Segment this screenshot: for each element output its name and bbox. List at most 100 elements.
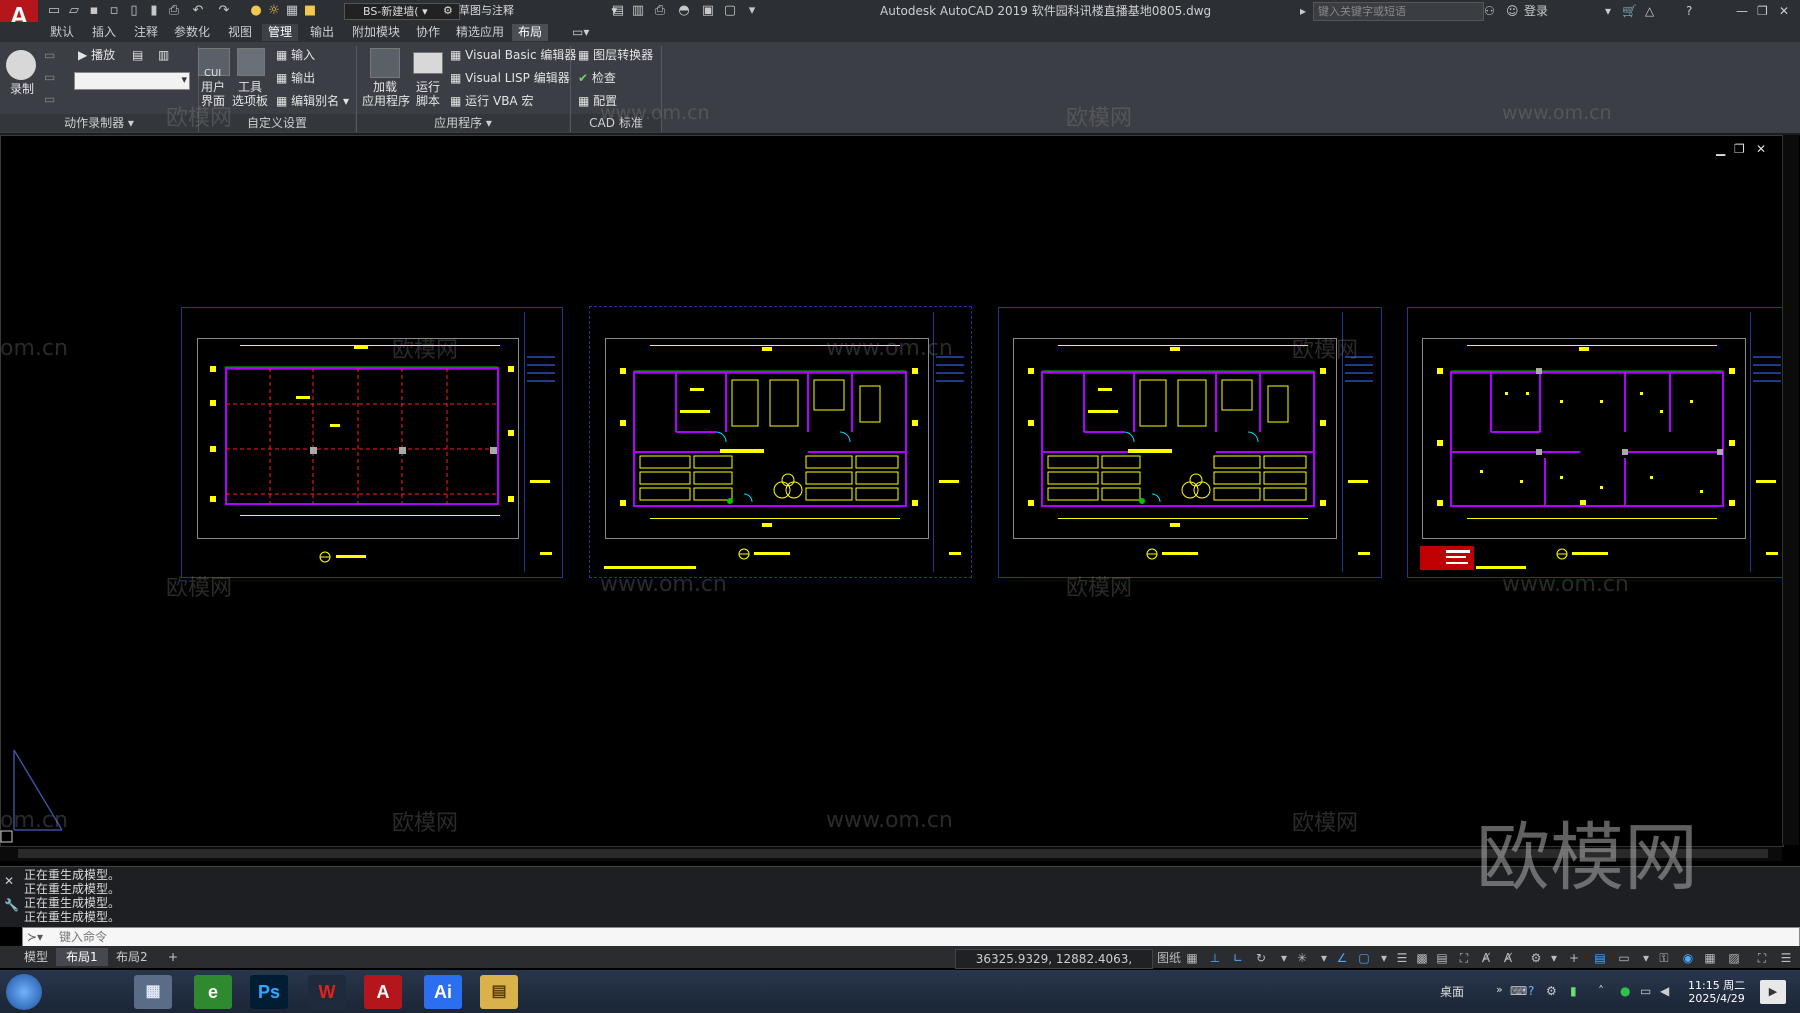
help-icon[interactable]: ? — [1686, 3, 1692, 19]
tab-layout1[interactable]: 布局1 — [56, 948, 108, 966]
tab-collaborate[interactable]: 协作 — [410, 24, 446, 41]
coordinate-readout[interactable]: 36325.9329, 12882.4063, 0.0000 — [955, 949, 1153, 984]
battery-icon[interactable]: ▮ — [1570, 984, 1577, 998]
show-hidden-icons[interactable]: ˄ — [1598, 984, 1604, 998]
tool-palettes-icon[interactable] — [237, 48, 265, 76]
close-command-icon[interactable]: ✕ — [4, 874, 14, 888]
notification-icon[interactable]: ▶ — [1760, 980, 1786, 1004]
wechat-icon[interactable]: ● — [1620, 984, 1630, 998]
undo-icon[interactable]: ↶ — [190, 3, 206, 19]
annotation-visibility-icon[interactable]: Ⱥ — [1478, 950, 1494, 966]
preference-icon[interactable]: ▤ — [132, 48, 143, 63]
chevron-down-icon[interactable]: ▾ — [1276, 950, 1292, 966]
manage-macros-icon[interactable]: ▥ — [158, 48, 169, 63]
chevron-down-icon[interactable]: ▾ — [1638, 950, 1654, 966]
lock-icon[interactable]: ■ — [302, 3, 318, 19]
search-input[interactable]: 键入关键字或短语 — [1313, 2, 1484, 21]
open-file-icon[interactable]: ▱ — [66, 3, 82, 19]
polar-icon[interactable]: ↻ — [1253, 950, 1269, 966]
paper-space-toggle[interactable]: 图纸 — [1157, 950, 1181, 966]
command-input[interactable]: ≻▾ 键入命令 — [22, 927, 1800, 947]
check-button[interactable]: ✔ 检查 — [578, 71, 616, 86]
save-icon[interactable]: ▪ — [86, 3, 102, 19]
login-link[interactable]: 登录 — [1524, 3, 1548, 19]
annotation-scale-icon[interactable]: ⛶ — [1456, 950, 1472, 966]
isodraft-icon[interactable]: ✳ — [1294, 950, 1310, 966]
record-button[interactable] — [6, 50, 36, 80]
keyboard-icon[interactable]: ⌨ — [1510, 984, 1527, 998]
panel-title-applications[interactable]: 应用程序 ▾ — [357, 114, 569, 132]
insert-message-icon[interactable]: ▭ — [44, 48, 55, 63]
isolate-objects-icon[interactable]: ◉ — [1680, 950, 1696, 966]
auto-scale-icon[interactable]: Ⱥ — [1500, 950, 1516, 966]
tab-featured-apps[interactable]: 精选应用 — [450, 24, 510, 41]
tab-model[interactable]: 模型 — [14, 948, 58, 966]
expand-toolbar-icon[interactable]: » — [1496, 983, 1503, 996]
taskbar-clock[interactable]: 11:15 周二 2025/4/29 — [1688, 979, 1745, 1005]
macro-select[interactable]: ▾ — [74, 72, 190, 90]
insert-base-point-icon[interactable]: ▭ — [44, 92, 55, 107]
user-icon[interactable]: ☺ — [1506, 3, 1519, 19]
wps-icon[interactable]: W — [308, 975, 346, 1009]
run-script-icon[interactable] — [413, 52, 443, 74]
chevron-down-icon[interactable]: ▾ — [1546, 950, 1562, 966]
annotation-monitor-icon[interactable]: + — [1566, 950, 1582, 966]
snap-icon[interactable]: ⊥ — [1207, 950, 1223, 966]
tray-settings-icon[interactable]: ⚙ — [1546, 984, 1557, 998]
wrench-icon[interactable]: 🔧 — [4, 898, 19, 912]
help-tray-icon[interactable]: ? — [1528, 984, 1534, 998]
lock-ui-icon[interactable]: ⚿ — [1656, 950, 1672, 966]
sun-icon[interactable]: ☼ — [266, 3, 282, 19]
ai-app-icon[interactable]: Ai — [424, 975, 462, 1009]
hardware-acceleration-icon[interactable]: ▦ — [1702, 950, 1718, 966]
plot-preview-icon[interactable]: ▯ — [126, 3, 142, 19]
chevron-down-icon[interactable]: ▾ — [1605, 3, 1611, 19]
load-application-icon[interactable] — [370, 48, 400, 78]
start-button[interactable] — [6, 974, 42, 1010]
new-file-icon[interactable]: ▭ — [46, 3, 62, 19]
tab-view[interactable]: 视图 — [222, 24, 258, 41]
autocad-taskbar-icon[interactable]: A — [364, 975, 402, 1009]
sheet-set-icon[interactable]: ▢ — [722, 3, 738, 19]
tab-layout[interactable]: 布局 — [512, 24, 549, 41]
cart-icon[interactable]: 🛒 — [1622, 3, 1637, 19]
lisp-editor-button[interactable]: ▦ Visual LISP 编辑器 — [450, 71, 570, 86]
chevron-down-icon[interactable]: ▾ — [1376, 950, 1392, 966]
volume-icon[interactable]: ◀ — [1660, 984, 1669, 998]
tab-parametric[interactable]: 参数化 — [168, 24, 216, 41]
3d-print-icon[interactable]: ◓ — [676, 3, 692, 19]
batch-plot-icon[interactable]: ▥ — [630, 3, 646, 19]
vertical-scrollbar[interactable] — [1782, 135, 1799, 845]
tab-output[interactable]: 输出 — [304, 24, 340, 41]
calculator-icon[interactable]: ▦ — [134, 975, 172, 1009]
play-button[interactable]: ▶ 播放 — [78, 48, 115, 63]
edit-aliases-button[interactable]: ▦ 编辑别名 ▾ — [276, 94, 349, 109]
customization-menu-icon[interactable]: ☰ — [1778, 950, 1794, 966]
object-snap-icon[interactable]: ▢ — [1356, 950, 1372, 966]
export-button[interactable]: ▦ 输出 — [276, 71, 315, 86]
tab-addins[interactable]: 附加模块 — [346, 24, 406, 41]
network-icon[interactable]: ▭ — [1640, 984, 1651, 998]
freeze-icon[interactable]: ▦ — [284, 3, 300, 19]
object-snap-tracking-icon[interactable]: ∠ — [1334, 950, 1350, 966]
minimize-icon[interactable]: — — [1736, 3, 1748, 19]
publish-icon[interactable]: ▮ — [146, 3, 162, 19]
lineweight-icon[interactable]: ☰ — [1394, 950, 1410, 966]
request-input-icon[interactable]: ▭ — [44, 70, 55, 85]
tab-manage[interactable]: 管理 — [262, 24, 299, 41]
bulb-icon[interactable]: ● — [248, 3, 264, 19]
vb-editor-button[interactable]: ▦ Visual Basic 编辑器 — [450, 48, 576, 63]
units-icon[interactable]: ▤ — [1592, 950, 1608, 966]
file-explorer-icon[interactable]: ▤ — [480, 975, 518, 1009]
binoculars-icon[interactable]: ⚇ — [1484, 3, 1495, 19]
save-as-icon[interactable]: ▫ — [106, 3, 122, 19]
selection-cycling-icon[interactable]: ▤ — [1434, 950, 1450, 966]
quick-properties-icon[interactable]: ▭ — [1616, 950, 1632, 966]
workspace-gear-icon[interactable]: ⚙ — [1528, 950, 1544, 966]
chevron-down-icon[interactable]: ▾ — [1316, 950, 1332, 966]
share-icon[interactable]: ▤ — [610, 3, 626, 19]
ortho-icon[interactable]: ∟ — [1230, 950, 1246, 966]
render-icon[interactable]: ▣ — [700, 3, 716, 19]
search-arrow-icon[interactable]: ▸ — [1300, 3, 1306, 19]
tab-default[interactable]: 默认 — [44, 24, 80, 41]
